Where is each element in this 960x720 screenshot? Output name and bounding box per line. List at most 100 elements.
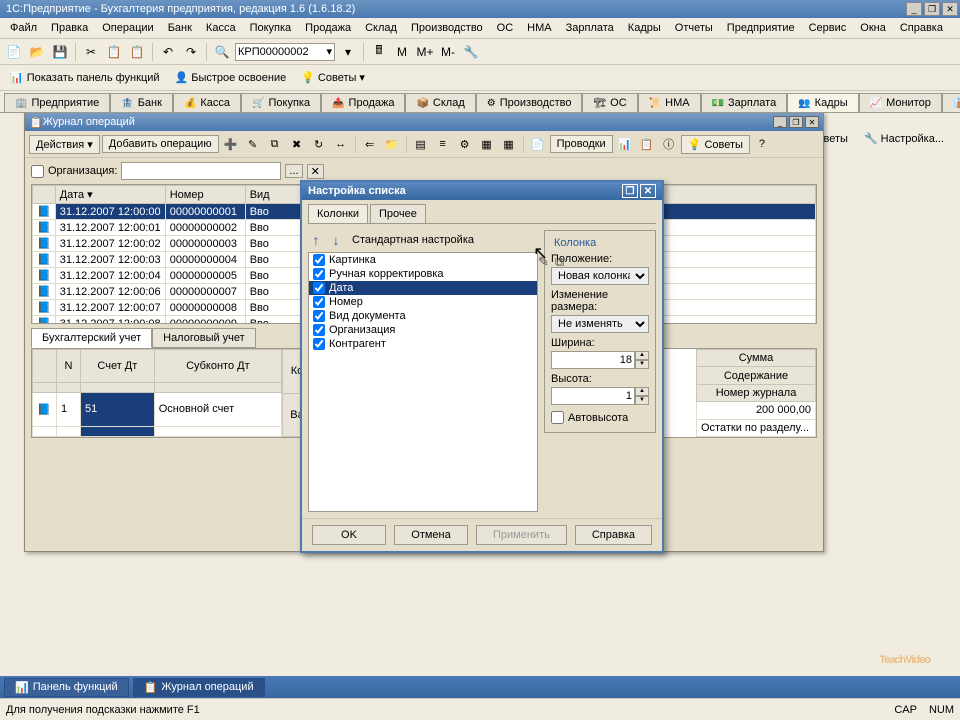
- dropdown-icon[interactable]: ▾: [338, 42, 358, 62]
- menu-edit[interactable]: Правка: [45, 20, 94, 36]
- save-icon[interactable]: 💾: [50, 42, 70, 62]
- menu-reports[interactable]: Отчеты: [669, 20, 719, 36]
- menu-nma[interactable]: НМА: [521, 20, 557, 36]
- width-input[interactable]: [551, 351, 635, 369]
- detail-schet[interactable]: 51: [81, 392, 155, 427]
- column-item[interactable]: Вид документа: [309, 309, 537, 323]
- column-item[interactable]: Ручная корректировка: [309, 267, 537, 281]
- taskbar-panel[interactable]: 📊Панель функций: [4, 678, 129, 697]
- tab-manager[interactable]: 👔Руководителю: [942, 93, 960, 112]
- open-icon[interactable]: 📂: [27, 42, 47, 62]
- menu-purchase[interactable]: Покупка: [244, 20, 298, 36]
- jt-refresh-icon[interactable]: ↻: [309, 134, 329, 154]
- std-settings-button[interactable]: Стандартная настройка: [348, 232, 478, 248]
- width-up[interactable]: ▲: [635, 351, 649, 360]
- column-checkbox[interactable]: [313, 296, 325, 308]
- org-input[interactable]: [121, 162, 281, 180]
- column-checkbox[interactable]: [313, 338, 325, 350]
- jt-edit-icon[interactable]: ✎: [243, 134, 263, 154]
- mminus-button[interactable]: M-: [438, 42, 458, 62]
- height-input[interactable]: [551, 387, 635, 405]
- columns-list[interactable]: Картинка Ручная корректировка Дата Номер…: [308, 252, 538, 512]
- tab-production[interactable]: ⚙Производство: [476, 93, 583, 112]
- column-checkbox[interactable]: [313, 310, 325, 322]
- menu-bank[interactable]: Банк: [162, 20, 198, 36]
- rtb-settings[interactable]: 🔧Настройка...: [858, 130, 950, 147]
- autoheight-checkbox[interactable]: [551, 411, 564, 424]
- column-item[interactable]: Организация: [309, 323, 537, 337]
- column-checkbox[interactable]: [313, 324, 325, 336]
- jt-g2-icon[interactable]: ▦: [499, 134, 519, 154]
- find-icon[interactable]: 🔍: [212, 42, 232, 62]
- menu-windows[interactable]: Окна: [854, 20, 892, 36]
- ok-button[interactable]: OK: [312, 525, 386, 545]
- tab-staff[interactable]: 👥Кадры: [787, 93, 858, 112]
- column-item[interactable]: Картинка: [309, 253, 537, 267]
- move-down-icon[interactable]: ↓: [328, 232, 344, 248]
- undo-icon[interactable]: ↶: [158, 42, 178, 62]
- copy-icon[interactable]: 📋: [104, 42, 124, 62]
- column-checkbox[interactable]: [313, 282, 325, 294]
- menu-enterprise[interactable]: Предприятие: [721, 20, 801, 36]
- tab-other[interactable]: Прочее: [370, 204, 426, 223]
- quick-learn-button[interactable]: 👤 Быстрое освоение: [169, 69, 293, 86]
- calc-icon[interactable]: 🖩: [369, 42, 389, 62]
- restore-button[interactable]: ❐: [924, 2, 940, 16]
- subtab-tax[interactable]: Налоговый учет: [152, 328, 256, 348]
- column-item[interactable]: Номер: [309, 295, 537, 309]
- jt-fn-icon[interactable]: ⚙: [455, 134, 475, 154]
- jt-sort-icon[interactable]: ≡: [433, 134, 453, 154]
- cut-icon[interactable]: ✂: [81, 42, 101, 62]
- jw-max[interactable]: ❐: [789, 116, 803, 128]
- column-checkbox[interactable]: [313, 254, 325, 266]
- jt-add-icon[interactable]: ➕: [221, 134, 241, 154]
- resize-select[interactable]: Не изменять: [551, 315, 649, 333]
- menu-production[interactable]: Производство: [405, 20, 489, 36]
- actions-button[interactable]: Действия ▾: [29, 135, 100, 154]
- tab-purchase[interactable]: 🛒Покупка: [241, 93, 321, 112]
- minimize-button[interactable]: _: [906, 2, 922, 16]
- tab-nma[interactable]: 📜НМА: [638, 93, 701, 112]
- jt-g1-icon[interactable]: ▦: [477, 134, 497, 154]
- tips-button[interactable]: 💡 Советы ▾: [295, 69, 371, 86]
- tab-warehouse[interactable]: 📦Склад: [405, 93, 475, 112]
- journal-tips-button[interactable]: 💡 Советы: [681, 135, 750, 154]
- jt-filter-icon[interactable]: ▤: [411, 134, 431, 154]
- position-select[interactable]: Новая колонка: [551, 267, 649, 285]
- mplus-button[interactable]: M+: [415, 42, 435, 62]
- org-checkbox[interactable]: [31, 165, 44, 178]
- jw-min[interactable]: _: [773, 116, 787, 128]
- dialog-close[interactable]: ✕: [640, 184, 656, 198]
- move-up-icon[interactable]: ↑: [308, 232, 324, 248]
- menu-file[interactable]: Файл: [4, 20, 43, 36]
- provodki-button[interactable]: Проводки: [550, 135, 613, 153]
- column-checkbox[interactable]: [313, 268, 325, 280]
- width-down[interactable]: ▼: [635, 360, 649, 369]
- dialog-restore[interactable]: ❐: [622, 184, 638, 198]
- tab-bank[interactable]: 🏦Банк: [110, 93, 173, 112]
- menu-salary[interactable]: Зарплата: [560, 20, 620, 36]
- jt-move-icon[interactable]: ↔: [331, 134, 351, 154]
- tab-os[interactable]: 🏗ОС: [582, 93, 637, 112]
- jt-doc-icon[interactable]: 📄: [528, 134, 548, 154]
- subtab-accounting[interactable]: Бухгалтерский учет: [31, 328, 152, 348]
- menu-warehouse[interactable]: Склад: [359, 20, 403, 36]
- height-down[interactable]: ▼: [635, 396, 649, 405]
- org-ellipsis-button[interactable]: ...: [285, 164, 302, 178]
- jt-folder-icon[interactable]: 📁: [382, 134, 402, 154]
- jt-x2-icon[interactable]: 📋: [637, 134, 657, 154]
- tab-columns[interactable]: Колонки: [308, 204, 368, 223]
- jt-help-icon[interactable]: ?: [752, 134, 772, 154]
- apply-button[interactable]: Применить: [476, 525, 567, 545]
- add-op-button[interactable]: Добавить операцию: [102, 135, 219, 153]
- jt-x1-icon[interactable]: 📊: [615, 134, 635, 154]
- tab-kassa[interactable]: 💰Касса: [173, 93, 241, 112]
- column-item[interactable]: Контрагент: [309, 337, 537, 351]
- close-button[interactable]: ✕: [942, 2, 958, 16]
- menu-service[interactable]: Сервис: [803, 20, 853, 36]
- tab-enterprise[interactable]: 🏢Предприятие: [4, 93, 110, 112]
- jt-del-icon[interactable]: ✖: [287, 134, 307, 154]
- menu-help[interactable]: Справка: [894, 20, 949, 36]
- org-clear-button[interactable]: ✕: [307, 164, 324, 179]
- new-doc-icon[interactable]: 📄: [4, 42, 24, 62]
